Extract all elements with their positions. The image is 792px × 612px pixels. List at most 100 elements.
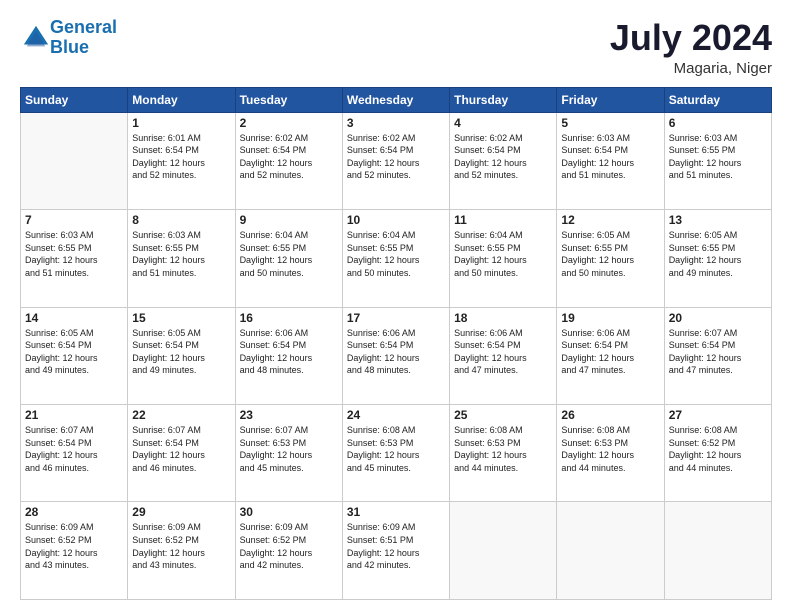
month-year: July 2024 bbox=[610, 18, 772, 58]
cell-info: Sunrise: 6:04 AM Sunset: 6:55 PM Dayligh… bbox=[454, 229, 552, 279]
calendar-cell: 5Sunrise: 6:03 AM Sunset: 6:54 PM Daylig… bbox=[557, 112, 664, 209]
day-number: 3 bbox=[347, 116, 445, 130]
cell-info: Sunrise: 6:09 AM Sunset: 6:52 PM Dayligh… bbox=[132, 521, 230, 571]
cell-info: Sunrise: 6:04 AM Sunset: 6:55 PM Dayligh… bbox=[347, 229, 445, 279]
cell-info: Sunrise: 6:09 AM Sunset: 6:52 PM Dayligh… bbox=[25, 521, 123, 571]
day-number: 25 bbox=[454, 408, 552, 422]
day-number: 6 bbox=[669, 116, 767, 130]
calendar-cell: 29 Sunrise: 6:09 AM Sunset: 6:52 PM Dayli… bbox=[128, 502, 235, 600]
calendar-cell: 31 Sunrise: 6:09 AM Sunset: 6:51 PM Dayli… bbox=[342, 502, 449, 600]
day-number: 12 bbox=[561, 213, 659, 227]
day-number: 7 bbox=[25, 213, 123, 227]
cell-info: Sunrise: 6:02 AM Sunset: 6:54 PM Dayligh… bbox=[454, 132, 552, 182]
day-number: 17 bbox=[347, 311, 445, 325]
day-number: 21 bbox=[25, 408, 123, 422]
day-number: 14 bbox=[25, 311, 123, 325]
calendar-cell: 9 Sunrise: 6:04 AM Sunset: 6:55 PM Daylig… bbox=[235, 210, 342, 307]
day-number: 29 bbox=[132, 505, 230, 519]
calendar-cell: 20Sunrise: 6:07 AM Sunset: 6:54 PM Dayli… bbox=[664, 307, 771, 404]
calendar-cell: 1 Sunrise: 6:01 AM Sunset: 6:54 PM Daylig… bbox=[128, 112, 235, 209]
cell-info: Sunrise: 6:03 AM Sunset: 6:55 PM Dayligh… bbox=[669, 132, 767, 182]
title-block: July 2024 Magaria, Niger bbox=[610, 18, 772, 77]
cell-info: Sunrise: 6:05 AM Sunset: 6:55 PM Dayligh… bbox=[669, 229, 767, 279]
cell-info: Sunrise: 6:08 AM Sunset: 6:53 PM Dayligh… bbox=[347, 424, 445, 474]
logo-icon bbox=[22, 24, 50, 52]
day-number: 1 bbox=[132, 116, 230, 130]
cell-info: Sunrise: 6:06 AM Sunset: 6:54 PM Dayligh… bbox=[454, 327, 552, 377]
header: General Blue July 2024 Magaria, Niger bbox=[20, 18, 772, 77]
calendar-cell: 27 Sunrise: 6:08 AM Sunset: 6:52 PM Dayli… bbox=[664, 405, 771, 502]
cell-info: Sunrise: 6:07 AM Sunset: 6:54 PM Dayligh… bbox=[669, 327, 767, 377]
cell-info: Sunrise: 6:08 AM Sunset: 6:53 PM Dayligh… bbox=[454, 424, 552, 474]
cell-info: Sunrise: 6:08 AM Sunset: 6:53 PM Dayligh… bbox=[561, 424, 659, 474]
day-number: 28 bbox=[25, 505, 123, 519]
day-number: 10 bbox=[347, 213, 445, 227]
calendar-week-1: 1 Sunrise: 6:01 AM Sunset: 6:54 PM Daylig… bbox=[21, 112, 772, 209]
cell-info: Sunrise: 6:07 AM Sunset: 6:53 PM Dayligh… bbox=[240, 424, 338, 474]
day-number: 27 bbox=[669, 408, 767, 422]
day-number: 22 bbox=[132, 408, 230, 422]
day-number: 24 bbox=[347, 408, 445, 422]
cell-info: Sunrise: 6:03 AM Sunset: 6:55 PM Dayligh… bbox=[25, 229, 123, 279]
calendar-cell: 28 Sunrise: 6:09 AM Sunset: 6:52 PM Dayli… bbox=[21, 502, 128, 600]
day-number: 23 bbox=[240, 408, 338, 422]
day-number: 30 bbox=[240, 505, 338, 519]
calendar-cell: 6 Sunrise: 6:03 AM Sunset: 6:55 PM Daylig… bbox=[664, 112, 771, 209]
calendar-cell: 16Sunrise: 6:06 AM Sunset: 6:54 PM Dayli… bbox=[235, 307, 342, 404]
calendar-cell: 26 Sunrise: 6:08 AM Sunset: 6:53 PM Dayli… bbox=[557, 405, 664, 502]
cell-info: Sunrise: 6:07 AM Sunset: 6:54 PM Dayligh… bbox=[25, 424, 123, 474]
calendar-week-5: 28 Sunrise: 6:09 AM Sunset: 6:52 PM Dayli… bbox=[21, 502, 772, 600]
calendar-cell: 4 Sunrise: 6:02 AM Sunset: 6:54 PM Daylig… bbox=[450, 112, 557, 209]
calendar-cell: 17Sunrise: 6:06 AM Sunset: 6:54 PM Dayli… bbox=[342, 307, 449, 404]
cell-info: Sunrise: 6:04 AM Sunset: 6:55 PM Dayligh… bbox=[240, 229, 338, 279]
cell-info: Sunrise: 6:09 AM Sunset: 6:51 PM Dayligh… bbox=[347, 521, 445, 571]
col-thursday: Thursday bbox=[450, 87, 557, 112]
day-number: 31 bbox=[347, 505, 445, 519]
logo-general: General bbox=[50, 17, 117, 37]
day-number: 5 bbox=[561, 116, 659, 130]
day-number: 26 bbox=[561, 408, 659, 422]
cell-info: Sunrise: 6:03 AM Sunset: 6:55 PM Dayligh… bbox=[132, 229, 230, 279]
calendar-cell: 19 Sunrise: 6:06 AM Sunset: 6:54 PM Dayli… bbox=[557, 307, 664, 404]
calendar-cell bbox=[450, 502, 557, 600]
day-number: 8 bbox=[132, 213, 230, 227]
day-number: 19 bbox=[561, 311, 659, 325]
calendar-cell: 24 Sunrise: 6:08 AM Sunset: 6:53 PM Dayli… bbox=[342, 405, 449, 502]
col-monday: Monday bbox=[128, 87, 235, 112]
calendar-week-3: 14 Sunrise: 6:05 AM Sunset: 6:54 PM Dayli… bbox=[21, 307, 772, 404]
logo-blue: Blue bbox=[50, 37, 89, 57]
cell-info: Sunrise: 6:08 AM Sunset: 6:52 PM Dayligh… bbox=[669, 424, 767, 474]
cell-info: Sunrise: 6:05 AM Sunset: 6:54 PM Dayligh… bbox=[132, 327, 230, 377]
cell-info: Sunrise: 6:07 AM Sunset: 6:54 PM Dayligh… bbox=[132, 424, 230, 474]
cell-info: Sunrise: 6:06 AM Sunset: 6:54 PM Dayligh… bbox=[561, 327, 659, 377]
cell-info: Sunrise: 6:02 AM Sunset: 6:54 PM Dayligh… bbox=[347, 132, 445, 182]
calendar-cell: 18Sunrise: 6:06 AM Sunset: 6:54 PM Dayli… bbox=[450, 307, 557, 404]
calendar-table: Sunday Monday Tuesday Wednesday Thursday… bbox=[20, 87, 772, 600]
col-wednesday: Wednesday bbox=[342, 87, 449, 112]
calendar-cell: 13 Sunrise: 6:05 AM Sunset: 6:55 PM Dayli… bbox=[664, 210, 771, 307]
calendar-cell: 21 Sunrise: 6:07 AM Sunset: 6:54 PM Dayli… bbox=[21, 405, 128, 502]
day-number: 4 bbox=[454, 116, 552, 130]
day-number: 13 bbox=[669, 213, 767, 227]
cell-info: Sunrise: 6:01 AM Sunset: 6:54 PM Dayligh… bbox=[132, 132, 230, 182]
cell-info: Sunrise: 6:06 AM Sunset: 6:54 PM Dayligh… bbox=[240, 327, 338, 377]
cell-info: Sunrise: 6:05 AM Sunset: 6:55 PM Dayligh… bbox=[561, 229, 659, 279]
day-number: 9 bbox=[240, 213, 338, 227]
calendar-cell: 10 Sunrise: 6:04 AM Sunset: 6:55 PM Dayli… bbox=[342, 210, 449, 307]
calendar-cell: 12 Sunrise: 6:05 AM Sunset: 6:55 PM Dayli… bbox=[557, 210, 664, 307]
calendar-week-2: 7 Sunrise: 6:03 AM Sunset: 6:55 PM Daylig… bbox=[21, 210, 772, 307]
col-tuesday: Tuesday bbox=[235, 87, 342, 112]
calendar-cell: 11Sunrise: 6:04 AM Sunset: 6:55 PM Dayli… bbox=[450, 210, 557, 307]
logo: General Blue bbox=[20, 18, 117, 58]
calendar-cell: 8 Sunrise: 6:03 AM Sunset: 6:55 PM Daylig… bbox=[128, 210, 235, 307]
calendar-cell bbox=[664, 502, 771, 600]
page: General Blue July 2024 Magaria, Niger Su… bbox=[0, 0, 792, 612]
day-number: 2 bbox=[240, 116, 338, 130]
calendar-cell: 7 Sunrise: 6:03 AM Sunset: 6:55 PM Daylig… bbox=[21, 210, 128, 307]
calendar-week-4: 21 Sunrise: 6:07 AM Sunset: 6:54 PM Dayli… bbox=[21, 405, 772, 502]
calendar-cell: 23 Sunrise: 6:07 AM Sunset: 6:53 PM Dayli… bbox=[235, 405, 342, 502]
col-sunday: Sunday bbox=[21, 87, 128, 112]
cell-info: Sunrise: 6:02 AM Sunset: 6:54 PM Dayligh… bbox=[240, 132, 338, 182]
calendar-cell: 3 Sunrise: 6:02 AM Sunset: 6:54 PM Daylig… bbox=[342, 112, 449, 209]
col-saturday: Saturday bbox=[664, 87, 771, 112]
